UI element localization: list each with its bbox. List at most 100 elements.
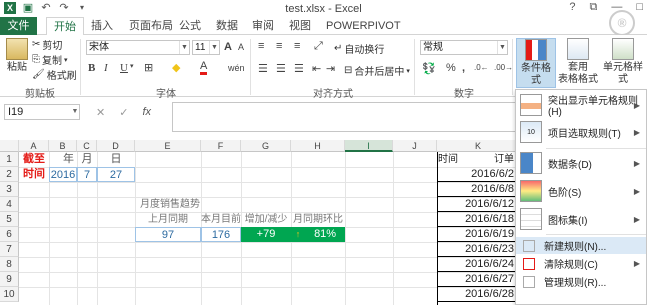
font-size-combo[interactable]: 11 ▼ xyxy=(192,40,220,55)
cell-d2[interactable]: 27 xyxy=(97,167,135,182)
cell-j1[interactable]: 时间 xyxy=(438,152,480,167)
cell-g5[interactable]: 增加/减少 xyxy=(241,212,291,227)
tab-home[interactable]: 开始 xyxy=(46,17,84,36)
row-header[interactable]: 2 xyxy=(0,167,19,182)
align-left-icon[interactable]: ☰ xyxy=(258,62,268,75)
row-header[interactable]: 4 xyxy=(0,197,19,212)
conditional-formatting-button[interactable]: 条件格式▾ xyxy=(516,38,556,97)
tab-file[interactable]: 文件 xyxy=(0,17,37,35)
date-cell[interactable]: 2016/6/24 xyxy=(438,257,516,272)
merge-center-button[interactable]: ⊟ 合并后居中 ▾ xyxy=(344,63,410,78)
font-name-combo[interactable]: 宋体 ▼ xyxy=(86,40,190,55)
chevron-down-icon[interactable]: ▼ xyxy=(497,41,507,54)
bold-button[interactable]: B xyxy=(88,62,95,74)
percent-button[interactable]: % xyxy=(446,62,456,74)
cell-b1[interactable]: 年 xyxy=(49,152,77,167)
align-center-icon[interactable]: ☰ xyxy=(276,62,286,75)
cut-button[interactable]: ✂ 剪切 xyxy=(32,37,62,52)
menu-item-color-scales[interactable]: 色阶(S) ▶ xyxy=(516,179,646,203)
column-header-h[interactable]: H xyxy=(291,140,345,152)
row-header[interactable]: 6 xyxy=(0,227,19,242)
cell-e5[interactable]: 上月同期 xyxy=(135,212,201,227)
column-header-a[interactable]: A xyxy=(19,140,49,152)
date-cell[interactable]: 2016/6/27 xyxy=(438,272,516,287)
row-header[interactable]: 3 xyxy=(0,182,19,197)
cell-f6[interactable]: 176 xyxy=(201,227,241,242)
worksheet-grid[interactable]: A B C D E F G H I J K 1 2 3 4 5 6 7 8 9 … xyxy=(0,140,520,305)
format-as-table-button[interactable]: 套用 表格格式 xyxy=(558,38,598,85)
cell-d1[interactable]: 日 xyxy=(97,152,135,167)
increase-indent-icon[interactable]: ⇥ xyxy=(326,62,335,75)
tab-view[interactable]: 视图 xyxy=(282,17,318,35)
font-color-button[interactable]: A xyxy=(200,61,208,75)
date-cell[interactable]: 2016/6/8 xyxy=(438,182,516,197)
column-header-e[interactable]: E xyxy=(135,140,201,152)
currency-icon[interactable]: 💱 xyxy=(422,62,436,75)
date-cell[interactable]: 2016/6/12 xyxy=(438,197,516,212)
phonetic-button[interactable]: wén xyxy=(228,63,245,73)
chevron-down-icon[interactable]: ▾ xyxy=(130,62,134,70)
account-icon[interactable]: ® xyxy=(609,10,635,36)
copy-button[interactable]: ⎘ 复制 ▾ xyxy=(32,52,68,67)
date-cell[interactable]: 2016/6/28 xyxy=(438,287,516,302)
column-header-j[interactable]: J xyxy=(393,140,437,152)
comma-button[interactable]: , xyxy=(462,62,465,74)
menu-item-manage-rules[interactable]: 管理规则(R)... xyxy=(516,273,646,290)
column-header-b[interactable]: B xyxy=(49,140,77,152)
menu-item-top-bottom-rules[interactable]: 10 项目选取规则(T) ▶ xyxy=(516,120,646,144)
cell-h5[interactable]: 月同期环比 xyxy=(291,212,345,227)
fill-color-icon[interactable]: ◆ xyxy=(172,61,180,74)
row-header[interactable]: 5 xyxy=(0,212,19,227)
cell-c2[interactable]: 7 xyxy=(77,167,97,182)
menu-item-new-rule[interactable]: 新建规则(N)... xyxy=(516,237,646,254)
tab-formulas[interactable]: 公式 xyxy=(172,17,208,35)
chevron-down-icon[interactable]: ▼ xyxy=(179,41,189,54)
column-header-i[interactable]: I xyxy=(345,140,393,152)
column-header-d[interactable]: D xyxy=(97,140,135,152)
date-cell[interactable]: 2016/6/19 xyxy=(438,227,516,242)
cell-h6[interactable]: ↑ 81% xyxy=(291,227,345,242)
restore-ribbon-button[interactable]: ⧉ xyxy=(589,1,597,14)
cell-g6[interactable]: +79 xyxy=(241,227,291,242)
insert-function-icon[interactable]: fx xyxy=(142,106,151,119)
chevron-down-icon[interactable]: ▼ xyxy=(209,41,219,54)
shrink-font-button[interactable]: A xyxy=(238,42,244,52)
cell-c1[interactable]: 月 xyxy=(77,152,97,167)
paste-button[interactable]: 粘贴 xyxy=(2,38,32,84)
align-bottom-icon[interactable]: ≡ xyxy=(294,40,300,52)
date-cell[interactable]: 2016/6/2 xyxy=(438,167,516,182)
increase-decimal-icon[interactable]: .0← xyxy=(474,63,489,72)
date-cell[interactable]: 2016/6/23 xyxy=(438,242,516,257)
align-right-icon[interactable]: ☰ xyxy=(294,62,304,75)
row-header[interactable]: 8 xyxy=(0,257,19,272)
align-top-icon[interactable]: ≡ xyxy=(258,40,264,52)
decrease-decimal-icon[interactable]: .00→ xyxy=(494,63,513,72)
column-header-c[interactable]: C xyxy=(77,140,97,152)
italic-button[interactable]: I xyxy=(104,62,108,74)
cell-a1[interactable]: 截至 xyxy=(19,152,49,167)
grow-font-button[interactable]: A xyxy=(224,41,232,53)
date-cell[interactable]: 2016/6/18 xyxy=(438,212,516,227)
maximize-button[interactable]: □ xyxy=(636,1,643,14)
chevron-down-icon[interactable]: ▼ xyxy=(70,104,80,120)
menu-item-data-bars[interactable]: 数据条(D) ▶ xyxy=(516,151,646,175)
row-header[interactable]: 1 xyxy=(0,152,19,167)
cell-f5[interactable]: 本月目前 xyxy=(201,212,241,227)
tab-data[interactable]: 数据 xyxy=(209,17,245,35)
border-icon[interactable]: ⊞ xyxy=(144,61,153,74)
row-header[interactable]: 7 xyxy=(0,242,19,257)
decrease-indent-icon[interactable]: ⇤ xyxy=(312,62,321,75)
cell-styles-button[interactable]: 单元格样式 xyxy=(600,38,646,85)
underline-button[interactable]: U xyxy=(120,62,128,74)
name-box[interactable]: I19 xyxy=(4,104,80,120)
tab-review[interactable]: 审阅 xyxy=(245,17,281,35)
row-header[interactable]: 10 xyxy=(0,287,19,302)
cell-a2[interactable]: 时间 xyxy=(19,167,49,182)
format-painter-button[interactable]: 🖌 格式刷 xyxy=(32,67,77,82)
cell-e4-title[interactable]: 月度销售趋势 xyxy=(140,197,240,212)
menu-item-icon-sets[interactable]: 图标集(I) ▶ xyxy=(516,207,646,231)
tab-insert[interactable]: 插入 xyxy=(84,17,120,35)
cell-b2[interactable]: 2016 xyxy=(49,167,77,182)
align-middle-icon[interactable]: ≡ xyxy=(276,40,282,52)
column-header-g[interactable]: G xyxy=(241,140,291,152)
